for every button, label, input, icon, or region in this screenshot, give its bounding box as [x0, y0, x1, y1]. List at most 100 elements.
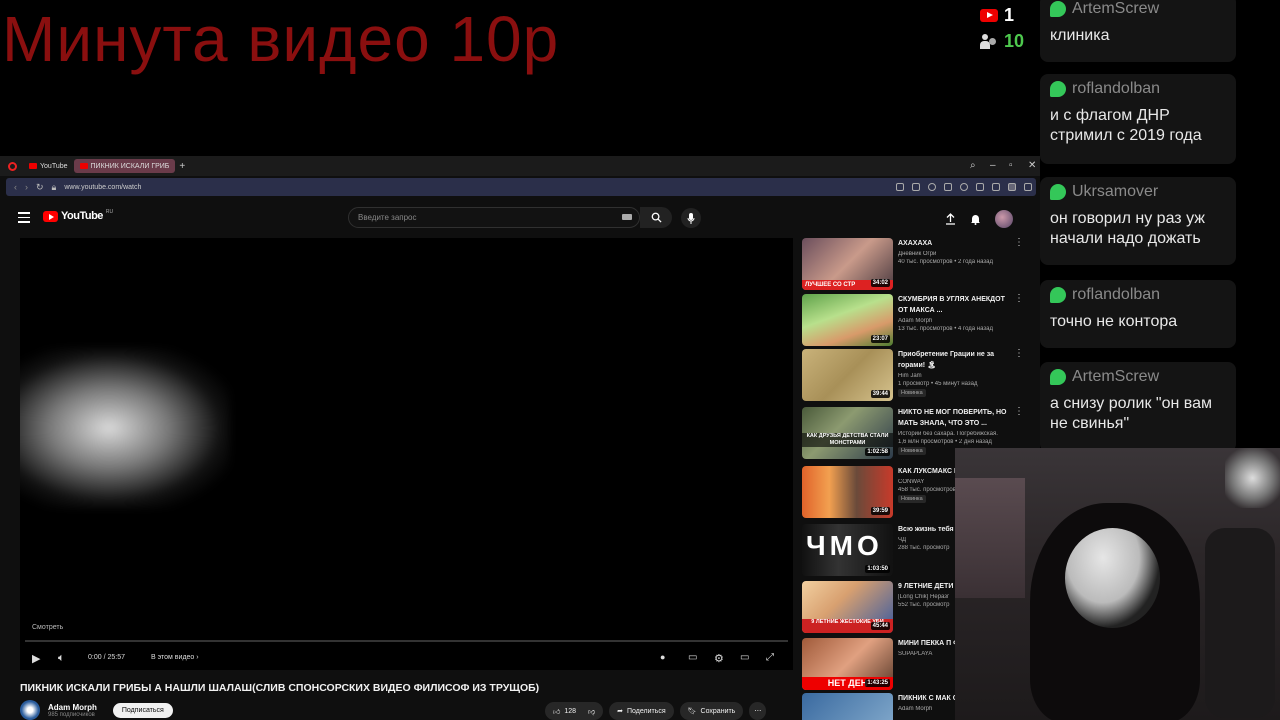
share-button[interactable]: ➦ Поделиться — [609, 702, 674, 720]
settings-gear-icon[interactable]: ⚙ — [714, 652, 724, 665]
video-thumbnail[interactable]: НЕТ ДЕН 1:43:25 — [802, 638, 893, 690]
lock-icon: 🔒︎ — [51, 181, 57, 192]
close-icon[interactable]: ✕ — [1028, 160, 1036, 171]
chat-message: Ukrsamover он говорил ну раз уж начали н… — [1040, 177, 1236, 265]
rec-meta: 13 тыс. просмотров • 4 года назад — [898, 326, 993, 332]
send-icon[interactable] — [944, 183, 952, 191]
rec-title[interactable]: НИКТО НЕ МОГ ПОВЕРИТЬ, НО МАТЬ ЗНАЛА, ЧТ… — [898, 407, 1016, 429]
video-duration: 45:44 — [870, 622, 890, 630]
autoplay-toggle-icon[interactable]: ● — [660, 652, 665, 662]
forward-icon[interactable]: › — [25, 182, 28, 192]
profile-icon[interactable] — [1008, 183, 1016, 191]
viewers-icon — [980, 32, 998, 50]
youtube-logo-icon — [43, 210, 58, 222]
chat-panel: ArtemScrew клиника roflandolban и с флаг… — [1040, 0, 1280, 460]
channel-name[interactable]: Adam Morph — [48, 703, 97, 712]
camera-icon[interactable] — [912, 183, 920, 191]
video-title: ПИКНИК ИСКАЛИ ГРИБЫ А НАШЛИ ШАЛАШ(СЛИВ С… — [20, 682, 540, 694]
volume-icon[interactable]: 🔈︎ — [58, 652, 65, 665]
new-badge: Новинка — [898, 495, 926, 503]
webcam-chair — [1205, 528, 1275, 718]
save-label: Сохранить — [700, 707, 736, 715]
settings-icon[interactable] — [1024, 183, 1032, 191]
back-icon[interactable]: ‹ — [14, 182, 17, 192]
recommendation-item[interactable]: 39:44 Приобретение Грации не за горами! … — [802, 349, 1032, 403]
youtube-logo[interactable]: YouTube RU — [43, 209, 113, 222]
thumbs-up-icon: 👍︎ — [553, 708, 561, 716]
heart-icon[interactable] — [960, 183, 968, 191]
video-duration: 23:07 — [870, 335, 890, 343]
video-duration: 1:43:25 — [865, 679, 890, 687]
video-player[interactable]: Смотреть ▶ 🔈︎ 0:00 / 25:57 В этом видео … — [20, 238, 793, 670]
chapters-label: В этом видео — [151, 654, 195, 661]
new-tab-icon[interactable]: + — [179, 161, 185, 172]
subscribe-button[interactable]: Подписаться — [112, 702, 173, 718]
rec-meta: 40 тыс. просмотров • 2 года назад — [898, 259, 993, 265]
reload-icon[interactable]: ↻ — [36, 182, 44, 193]
tab-youtube[interactable]: YouTube — [23, 159, 74, 173]
menu-icon[interactable] — [992, 183, 1000, 191]
rec-channel: Дневник Огрй — [898, 251, 937, 257]
subtitles-icon[interactable]: ▭ — [688, 652, 697, 663]
more-options-icon[interactable]: ⋮ — [1014, 238, 1024, 248]
theater-mode-icon[interactable]: ▭ — [740, 652, 749, 663]
progress-bar[interactable] — [25, 640, 788, 642]
recommendation-item[interactable]: 23:07 СКУМБРИЯ В УГЛЯХ АНЕКДОТ ОТ МАКСА … — [802, 294, 1032, 348]
more-options-icon[interactable]: ⋮ — [1014, 349, 1024, 359]
search-tabs-icon[interactable]: ⌕ — [970, 160, 976, 171]
notifications-bell-icon[interactable] — [970, 213, 981, 225]
video-thumbnail[interactable]: 39:59 — [802, 466, 893, 518]
tab-video[interactable]: ПИКНИК ИСКАЛИ ГРИБ — [73, 159, 176, 173]
video-thumbnail[interactable]: ЧМО 1:03:50 — [802, 524, 893, 576]
keyboard-icon[interactable] — [622, 214, 632, 220]
maximize-icon[interactable]: ▫ — [1009, 160, 1013, 171]
save-button[interactable]: 🔖︎ Сохранить — [679, 702, 744, 720]
video-thumbnail[interactable]: ЛУЧШЕЕ СО СТР 34:02 — [802, 238, 893, 290]
chapters-button[interactable]: В этом видео › — [151, 654, 199, 661]
channel-row: Adam Morph 985 подписчиков Подписаться — [20, 700, 173, 720]
search-button[interactable] — [640, 207, 672, 228]
extension-icon[interactable] — [896, 183, 904, 191]
chat-text: он говорил ну раз уж начали надо дожать — [1050, 210, 1205, 247]
video-thumbnail[interactable]: КАК ДРУЗЬЯ ДЕТСТВА СТАЛИ МОНСТРАМИ 1:02:… — [802, 407, 893, 459]
download-icon[interactable] — [976, 183, 984, 191]
video-thumbnail[interactable]: 39:44 — [802, 349, 893, 401]
rec-title[interactable]: Приобретение Грации не за горами! 🏝 — [898, 349, 1016, 371]
chat-username: ArtemScrew — [1072, 0, 1160, 17]
minimize-icon[interactable]: – — [990, 160, 996, 171]
youtube-favicon-icon — [29, 163, 37, 169]
url-field[interactable]: www.youtube.com/watch — [64, 184, 141, 191]
hamburger-menu-icon[interactable] — [18, 212, 30, 226]
chat-bubble-icon — [1050, 369, 1066, 385]
chat-text: точно не контора — [1050, 313, 1178, 330]
share-icon: ➦ — [617, 708, 623, 715]
new-badge: Новинка — [898, 447, 926, 455]
youtube-counter: 1 — [980, 2, 1038, 28]
like-button[interactable]: 👍︎ 128 👎︎ — [545, 702, 604, 720]
more-options-icon[interactable]: ⋮ — [1014, 294, 1024, 304]
rec-title[interactable]: СКУМБРИЯ В УГЛЯХ АНЕКДОТ ОТ МАКСА ... — [898, 294, 1016, 316]
channel-avatar[interactable] — [20, 700, 40, 720]
more-actions-icon[interactable]: ⋯ — [749, 702, 767, 720]
video-thumbnail[interactable]: 9 ЛЕТНИЕ ЖЕСТОКИЕ УБИ 45:44 — [802, 581, 893, 633]
rec-channel: Adam Morph — [898, 318, 933, 324]
tab-label: ПИКНИК ИСКАЛИ ГРИБ — [90, 162, 170, 170]
recommendation-item[interactable]: ЛУЧШЕЕ СО СТР 34:02 АХАХАХА Дневник Огрй 4… — [802, 238, 1032, 292]
more-options-icon[interactable]: ⋮ — [1014, 407, 1024, 417]
play-icon[interactable]: ▶ — [32, 652, 40, 665]
rec-title[interactable]: АХАХАХА — [898, 238, 1016, 249]
voice-search-button[interactable] — [681, 208, 701, 228]
chat-text: и с флагом ДНР стримил с 2019 года — [1050, 107, 1202, 144]
tab-bar: YouTube ПИКНИК ИСКАЛИ ГРИБ + ⌕ – ▫ ✕ — [0, 156, 1040, 176]
video-thumbnail[interactable]: 23:07 — [802, 294, 893, 346]
search-input[interactable]: Введите запрос — [348, 207, 640, 228]
video-thumbnail[interactable] — [802, 693, 893, 720]
thumbs-down-icon[interactable]: 👎︎ — [588, 707, 595, 716]
opera-logo-icon[interactable] — [8, 161, 17, 171]
adblock-icon[interactable] — [928, 183, 936, 191]
account-avatar[interactable] — [995, 210, 1013, 228]
upload-icon[interactable] — [945, 213, 956, 225]
fullscreen-icon[interactable]: ⤢ — [766, 652, 774, 663]
youtube-header: YouTube RU Введите запрос — [0, 202, 1040, 236]
player-controls: ▶ 🔈︎ 0:00 / 25:57 В этом видео › ● ▭ ⚙ ▭… — [20, 646, 793, 670]
